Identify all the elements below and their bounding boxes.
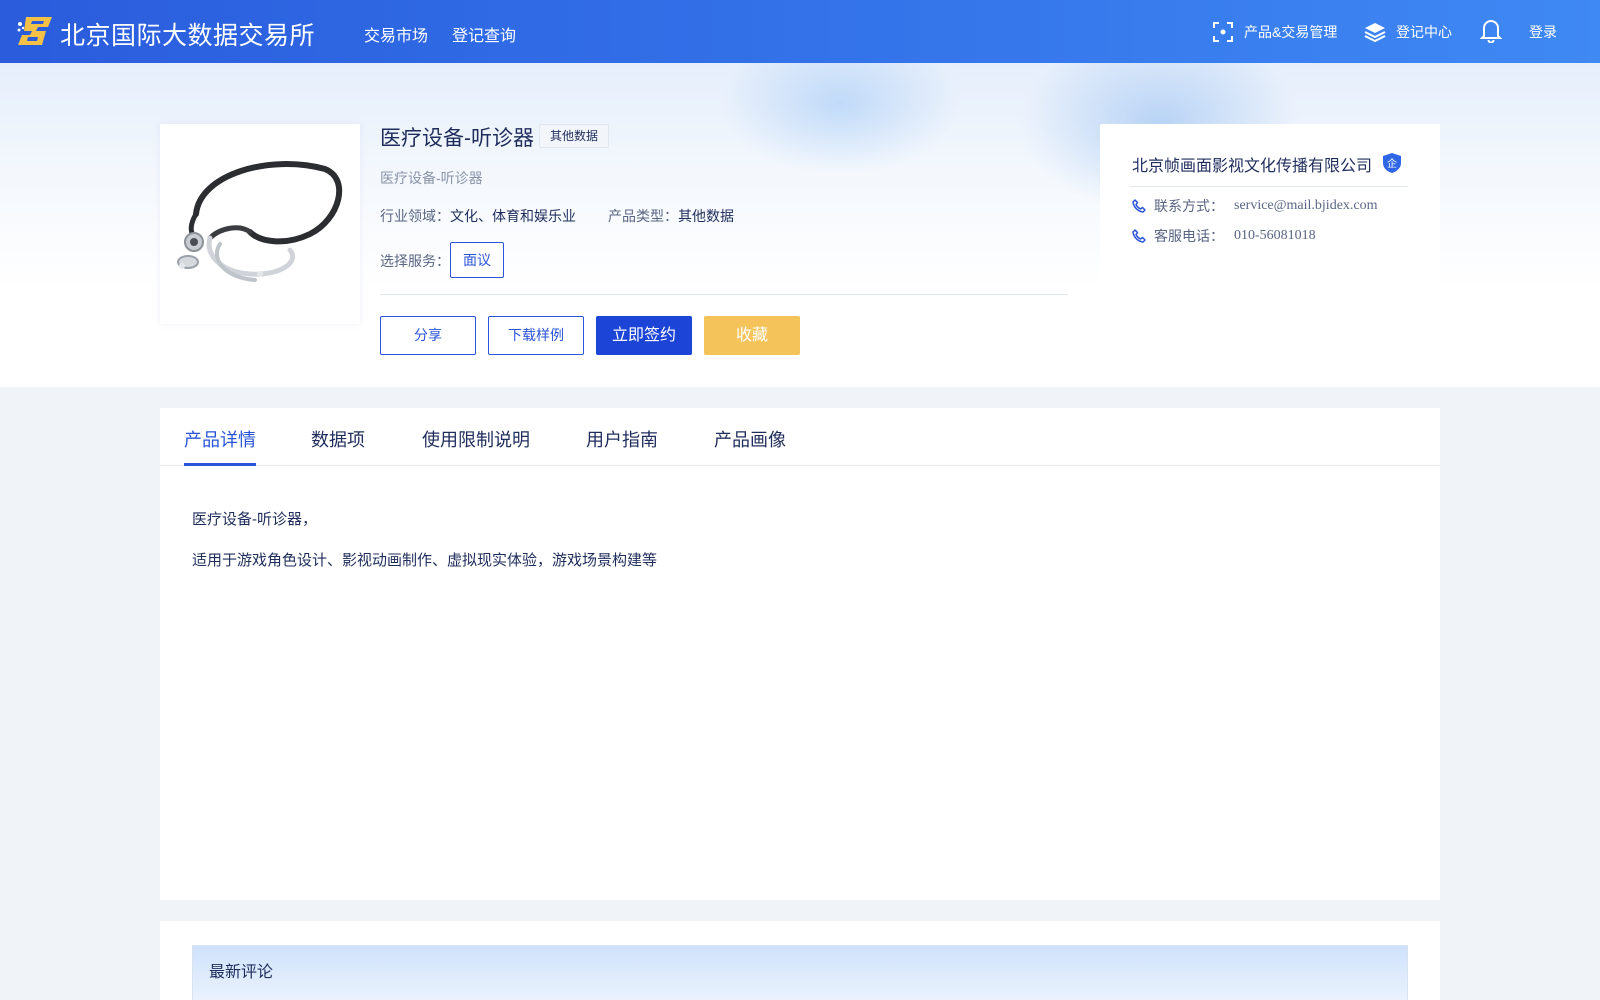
layers-icon	[1364, 23, 1386, 43]
scan-focus-icon	[1213, 22, 1233, 42]
notifications-button[interactable]	[1480, 18, 1512, 43]
contact-email[interactable]: service@mail.bjidex.com	[1234, 198, 1378, 214]
enterprise-badge-text: 企	[1387, 157, 1397, 170]
contact-label: 联系方式：	[1154, 198, 1224, 214]
industry-label: 行业领域：	[380, 208, 450, 224]
nav-trading-market[interactable]: 交易市场	[364, 22, 428, 46]
tab-product-portrait[interactable]: 产品画像	[714, 426, 786, 452]
product-type-field: 产品类型：其他数据	[608, 206, 734, 226]
login-link[interactable]: 登录	[1529, 20, 1557, 44]
registry-center-link[interactable]: 登记中心	[1364, 20, 1452, 44]
hero-divider	[380, 294, 1068, 295]
service-phone-row: 客服电话： 010-56081018	[1132, 226, 1316, 246]
download-sample-button[interactable]: 下载样例	[488, 316, 584, 355]
detail-description-line-1: 医疗设备-听诊器，	[192, 511, 317, 528]
comments-header: 最新评论	[192, 945, 1408, 1000]
product-title: 医疗设备-听诊器	[380, 127, 534, 150]
brand-name[interactable]: 北京国际大数据交易所	[60, 16, 315, 52]
favorite-button[interactable]: 收藏	[704, 316, 800, 355]
service-phone-number: 010-56081018	[1234, 228, 1316, 243]
tab-user-guide[interactable]: 用户指南	[586, 426, 658, 452]
registry-center-label: 登记中心	[1396, 24, 1452, 40]
service-phone-label: 客服电话：	[1154, 228, 1224, 244]
bell-icon	[1480, 20, 1502, 43]
sign-now-button[interactable]: 立即签约	[596, 316, 692, 355]
company-card: 北京帧画面影视文化传播有限公司 企 联系方式： service@mail.bji…	[1100, 124, 1440, 324]
product-type-value: 其他数据	[678, 208, 734, 224]
company-name[interactable]: 北京帧画面影视文化传播有限公司	[1132, 152, 1372, 176]
product-detail-panel: 产品详情 数据项 使用限制说明 用户指南 产品画像 医疗设备-听诊器， 适用于游…	[160, 408, 1440, 900]
share-button[interactable]: 分享	[380, 316, 476, 355]
industry-field: 行业领域：文化、体育和娱乐业	[380, 206, 576, 226]
service-label: 选择服务：	[380, 253, 450, 269]
product-image	[160, 124, 360, 324]
product-category-tag: 其他数据	[539, 124, 610, 148]
phone-icon	[1132, 229, 1146, 243]
service-option-negotiable[interactable]: 面议	[450, 242, 504, 278]
product-subtitle: 医疗设备-听诊器	[380, 170, 483, 186]
comments-section: 最新评论	[160, 921, 1440, 1000]
phone-icon	[1132, 199, 1146, 213]
detail-description-line-2: 适用于游戏角色设计、影视动画制作、虚拟现实体验，游戏场景构建等	[192, 552, 658, 569]
top-navbar: 北京国际大数据交易所 交易市场 登记查询 产品&交易管理 登记中心 登录	[0, 0, 1600, 63]
comments-title: 最新评论	[209, 964, 274, 981]
tab-product-details[interactable]: 产品详情	[184, 426, 256, 452]
tab-usage-restrictions[interactable]: 使用限制说明	[422, 426, 530, 452]
stethoscope-image-icon	[177, 161, 343, 282]
bjidex-logo-icon[interactable]	[16, 15, 52, 47]
company-card-divider	[1130, 186, 1408, 187]
contact-email-row: 联系方式： service@mail.bjidex.com	[1132, 196, 1378, 216]
tab-data-items[interactable]: 数据项	[311, 426, 365, 452]
detail-tabs: 产品详情 数据项 使用限制说明 用户指南 产品画像	[160, 408, 1440, 466]
enterprise-verified-badge-icon: 企	[1383, 153, 1401, 173]
product-trade-management-label: 产品&交易管理	[1244, 24, 1338, 40]
industry-value: 文化、体育和娱乐业	[450, 208, 576, 224]
product-trade-management-link[interactable]: 产品&交易管理	[1212, 20, 1337, 44]
product-type-label: 产品类型：	[608, 208, 678, 224]
nav-registry-query[interactable]: 登记查询	[452, 22, 516, 46]
active-tab-indicator	[184, 463, 256, 466]
